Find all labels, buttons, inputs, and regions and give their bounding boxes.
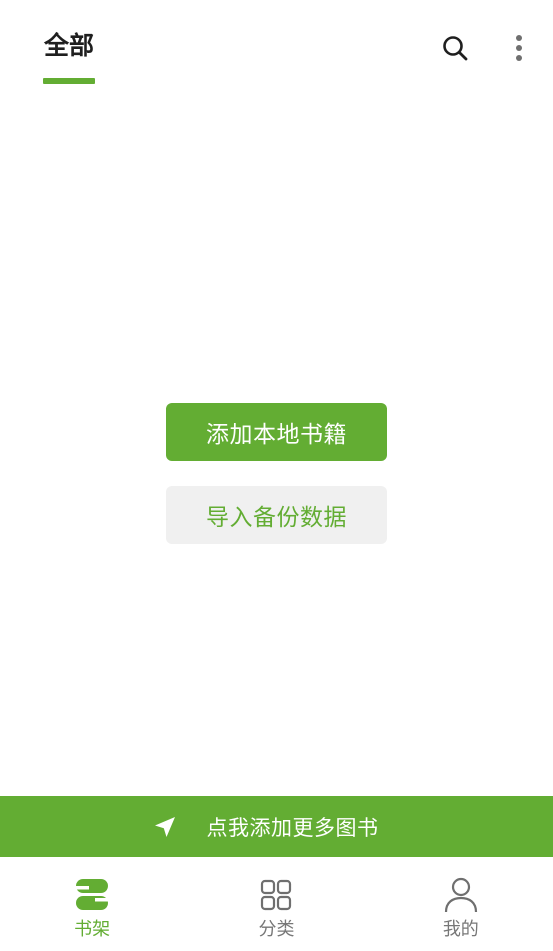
tab-mine[interactable]: 我的 — [369, 857, 553, 951]
empty-shelf-actions: 添加本地书籍 导入备份数据 — [166, 403, 387, 544]
import-backup-button[interactable]: 导入备份数据 — [166, 486, 387, 544]
add-more-books-text: 点我添加更多图书 — [206, 815, 379, 840]
active-tab-indicator — [43, 78, 95, 84]
navigation-arrow-icon — [151, 813, 179, 841]
tab-all-label: 全部 — [43, 31, 94, 60]
grid-icon — [258, 877, 294, 913]
tab-all[interactable]: 全部 — [43, 26, 95, 84]
more-vertical-icon — [516, 35, 522, 61]
tab-category-label: 分类 — [258, 919, 295, 940]
bottom-tab-bar: 书架 分类 我的 — [0, 857, 553, 951]
user-icon — [443, 877, 479, 913]
tab-bookshelf-label: 书架 — [74, 919, 111, 940]
bookshelf-icon — [74, 877, 111, 913]
tab-mine-label: 我的 — [442, 919, 479, 940]
top-header: 全部 — [0, 0, 553, 90]
add-local-books-button[interactable]: 添加本地书籍 — [166, 403, 387, 461]
more-options-button[interactable] — [497, 26, 541, 70]
tab-bookshelf[interactable]: 书架 — [0, 857, 184, 951]
search-button[interactable] — [433, 26, 477, 70]
tab-category[interactable]: 分类 — [184, 857, 368, 951]
search-icon — [443, 36, 468, 61]
add-more-books-banner[interactable]: 点我添加更多图书 — [0, 796, 553, 857]
